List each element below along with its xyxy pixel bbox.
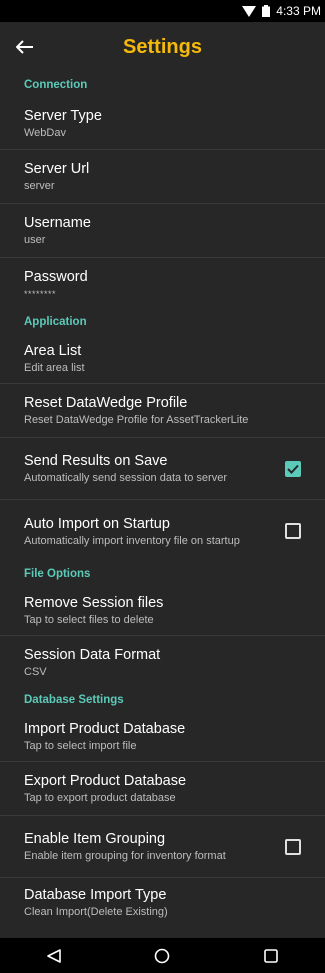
pref-remove-session[interactable]: Remove Session files Tap to select files… [0, 586, 325, 636]
pref-area-list[interactable]: Area List Edit area list [0, 334, 325, 384]
pref-summary: Tap to select files to delete [24, 614, 154, 626]
section-header-application: Application [24, 316, 87, 328]
pref-title: Database Import Type [24, 886, 167, 903]
battery-icon [262, 5, 271, 17]
status-bar: 4:33 PM [0, 0, 325, 22]
pref-title: Password [24, 268, 88, 285]
nav-back-icon[interactable] [24, 938, 84, 973]
pref-summary: Automatically send session data to serve… [24, 472, 227, 484]
send-results-checkbox[interactable] [285, 460, 301, 477]
pref-title: Send Results on Save [24, 453, 168, 469]
navigation-bar [0, 938, 325, 973]
pref-send-results[interactable]: Send Results on Save Automatically send … [0, 438, 325, 500]
pref-title: Reset DataWedge Profile [24, 395, 188, 411]
pref-title: Username [24, 215, 91, 231]
pref-username[interactable]: Username user [0, 204, 325, 258]
pref-export-db[interactable]: Export Product Database Tap to export pr… [0, 762, 325, 816]
pref-summary: Enable item grouping for inventory forma… [24, 850, 226, 862]
section-header-file-options: File Options [24, 568, 91, 580]
pref-summary: ******** [24, 288, 57, 299]
pref-session-format[interactable]: Session Data Format CSV [0, 636, 325, 688]
settings-list: Connection Server Type WebDav Server Url… [0, 72, 325, 938]
pref-summary: WebDav [24, 127, 66, 139]
pref-summary: CSV [24, 665, 47, 678]
pref-db-import-type[interactable]: Database Import Type Clean Import(Delete… [0, 878, 325, 926]
nav-recents-icon[interactable] [241, 938, 301, 973]
pref-item-grouping[interactable]: Enable Item Grouping Enable item groupin… [0, 816, 325, 878]
pref-summary: server [24, 180, 55, 192]
pref-server-url[interactable]: Server Url server [0, 150, 325, 204]
pref-summary: user [24, 234, 46, 246]
pref-title: Export Product Database [24, 773, 187, 789]
nav-home-icon[interactable] [132, 938, 192, 973]
pref-title: Session Data Format [24, 646, 161, 663]
pref-title: Import Product Database [24, 721, 186, 737]
pref-summary: Reset DataWedge Profile for AssetTracker… [24, 414, 249, 426]
pref-summary: Clean Import(Delete Existing) [24, 905, 168, 918]
pref-summary: Tap to select import file [24, 740, 137, 752]
pref-import-db[interactable]: Import Product Database Tap to select im… [0, 712, 325, 762]
wifi-icon [242, 5, 257, 17]
pref-title: Server Url [24, 161, 90, 177]
pref-title: Server Type [24, 108, 102, 124]
app-bar: Settings [0, 22, 325, 72]
pref-summary: Edit area list [24, 362, 85, 374]
pref-reset-datawedge[interactable]: Reset DataWedge Profile Reset DataWedge … [0, 384, 325, 438]
pref-server-type[interactable]: Server Type WebDav [0, 98, 325, 150]
auto-import-checkbox[interactable] [285, 523, 301, 539]
pref-title: Enable Item Grouping [24, 831, 166, 847]
check-icon [287, 464, 299, 474]
item-grouping-checkbox[interactable] [285, 838, 301, 855]
pref-password[interactable]: Password ******** [0, 258, 325, 310]
section-header-connection: Connection [24, 79, 88, 91]
status-time: 4:33 PM [276, 4, 321, 18]
pref-title: Area List [24, 343, 82, 359]
pref-summary: Tap to export product database [24, 792, 176, 804]
back-arrow-icon[interactable] [0, 22, 50, 72]
section-header-database: Database Settings [24, 694, 124, 706]
pref-title: Auto Import on Startup [24, 515, 170, 532]
pref-auto-import[interactable]: Auto Import on Startup Automatically imp… [0, 500, 325, 562]
pref-title: Remove Session files [24, 595, 164, 611]
pref-summary: Automatically import inventory file on s… [24, 534, 240, 547]
